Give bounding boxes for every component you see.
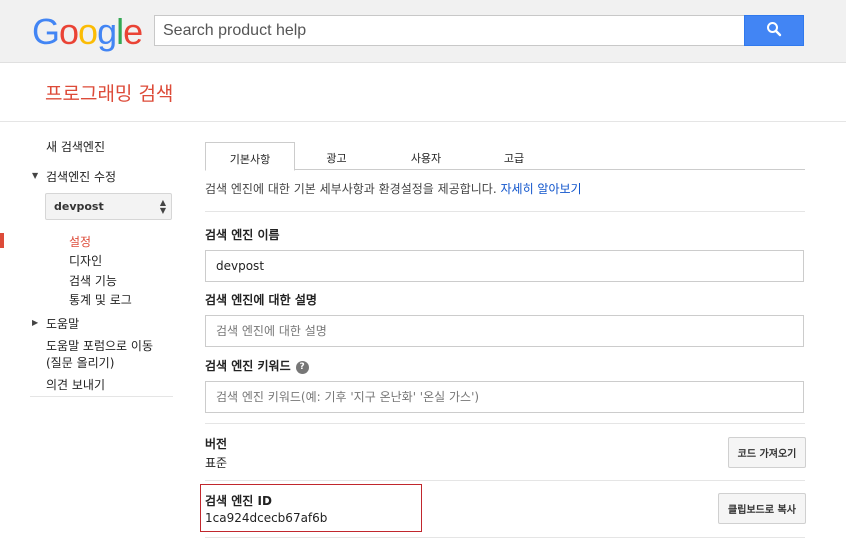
engine-name-label: 검색 엔진 이름 [205, 228, 280, 242]
engine-id-value: 1ca924dcecb67af6b [205, 511, 328, 525]
divider [205, 423, 805, 424]
tab-ads[interactable]: 광고 [295, 142, 378, 170]
sidebar-item-stats-logs[interactable]: 통계 및 로그 [69, 291, 132, 308]
engine-id-label: 검색 엔진 ID [205, 494, 272, 508]
divider [205, 211, 805, 212]
sidebar-item-forum[interactable]: 도움말 포럼으로 이동 [46, 337, 153, 354]
logo-letter: o [78, 11, 98, 52]
divider [205, 480, 805, 481]
section-description: 검색 엔진에 대한 기본 세부사항과 환경설정을 제공합니다. 자세히 알아보기 [205, 180, 582, 197]
copy-to-clipboard-button[interactable]: 클립보드로 복사 [718, 493, 806, 524]
google-logo[interactable]: Google [32, 11, 143, 52]
engine-description-input[interactable] [205, 315, 804, 347]
engine-keywords-label-row: 검색 엔진 키워드? [205, 357, 309, 374]
search-bar [154, 15, 804, 46]
description-text: 검색 엔진에 대한 기본 세부사항과 환경설정을 제공합니다. [205, 182, 497, 196]
engine-description-label: 검색 엔진에 대한 설명 [205, 293, 317, 307]
logo-letter: o [59, 11, 79, 52]
sidebar-divider [30, 396, 173, 397]
logo-letter: l [116, 11, 124, 52]
logo-letter: G [32, 11, 60, 52]
engine-keywords-label: 검색 엔진 키워드 [205, 359, 291, 373]
chevron-right-icon[interactable]: ▶ [32, 318, 38, 327]
top-bar: Google [0, 0, 846, 63]
divider [205, 537, 805, 538]
logo-letter: g [97, 11, 117, 52]
sidebar: 새 검색엔진 ▼ 검색엔진 수정 devpost ▲ ▼ 설정 디자인 검색 기능… [0, 123, 180, 546]
page-title-bar: 프로그래밍 검색 [0, 64, 846, 122]
select-arrows-icon: ▲ ▼ [159, 198, 166, 215]
search-input[interactable] [154, 15, 745, 46]
page-title: 프로그래밍 검색 [45, 83, 174, 105]
engine-keywords-input[interactable] [205, 381, 804, 413]
learn-more-link[interactable]: 자세히 알아보기 [501, 182, 582, 196]
logo-letter: e [123, 11, 143, 52]
engine-name-input[interactable] [205, 250, 804, 282]
engine-select[interactable]: devpost ▲ ▼ [45, 193, 172, 220]
sidebar-item-settings[interactable]: 설정 [69, 233, 91, 250]
sidebar-item-design[interactable]: 디자인 [69, 252, 102, 269]
search-button[interactable] [744, 15, 804, 46]
active-indicator [0, 233, 4, 248]
search-icon [766, 21, 782, 41]
tab-basics[interactable]: 기본사항 [205, 142, 295, 171]
version-label: 버전 [205, 437, 228, 451]
sidebar-item-new-engine[interactable]: 새 검색엔진 [46, 138, 105, 155]
tab-advanced[interactable]: 고급 [474, 142, 554, 170]
tab-users[interactable]: 사용자 [378, 142, 474, 170]
get-code-button[interactable]: 코드 가져오기 [728, 437, 806, 468]
sidebar-item-search-features[interactable]: 검색 기능 [69, 272, 117, 289]
sidebar-item-edit-engine[interactable]: 검색엔진 수정 [46, 168, 116, 185]
engine-select-value: devpost [54, 200, 104, 213]
sidebar-item-help[interactable]: 도움말 [46, 315, 79, 332]
sidebar-item-feedback[interactable]: 의견 보내기 [46, 376, 105, 393]
version-value: 표준 [205, 456, 228, 470]
chevron-down-icon[interactable]: ▼ [32, 171, 38, 180]
tab-bar: 기본사항 광고 사용자 고급 [205, 142, 805, 171]
sidebar-item-forum-sub[interactable]: (질문 올리기) [46, 354, 114, 371]
help-icon[interactable]: ? [295, 361, 309, 374]
